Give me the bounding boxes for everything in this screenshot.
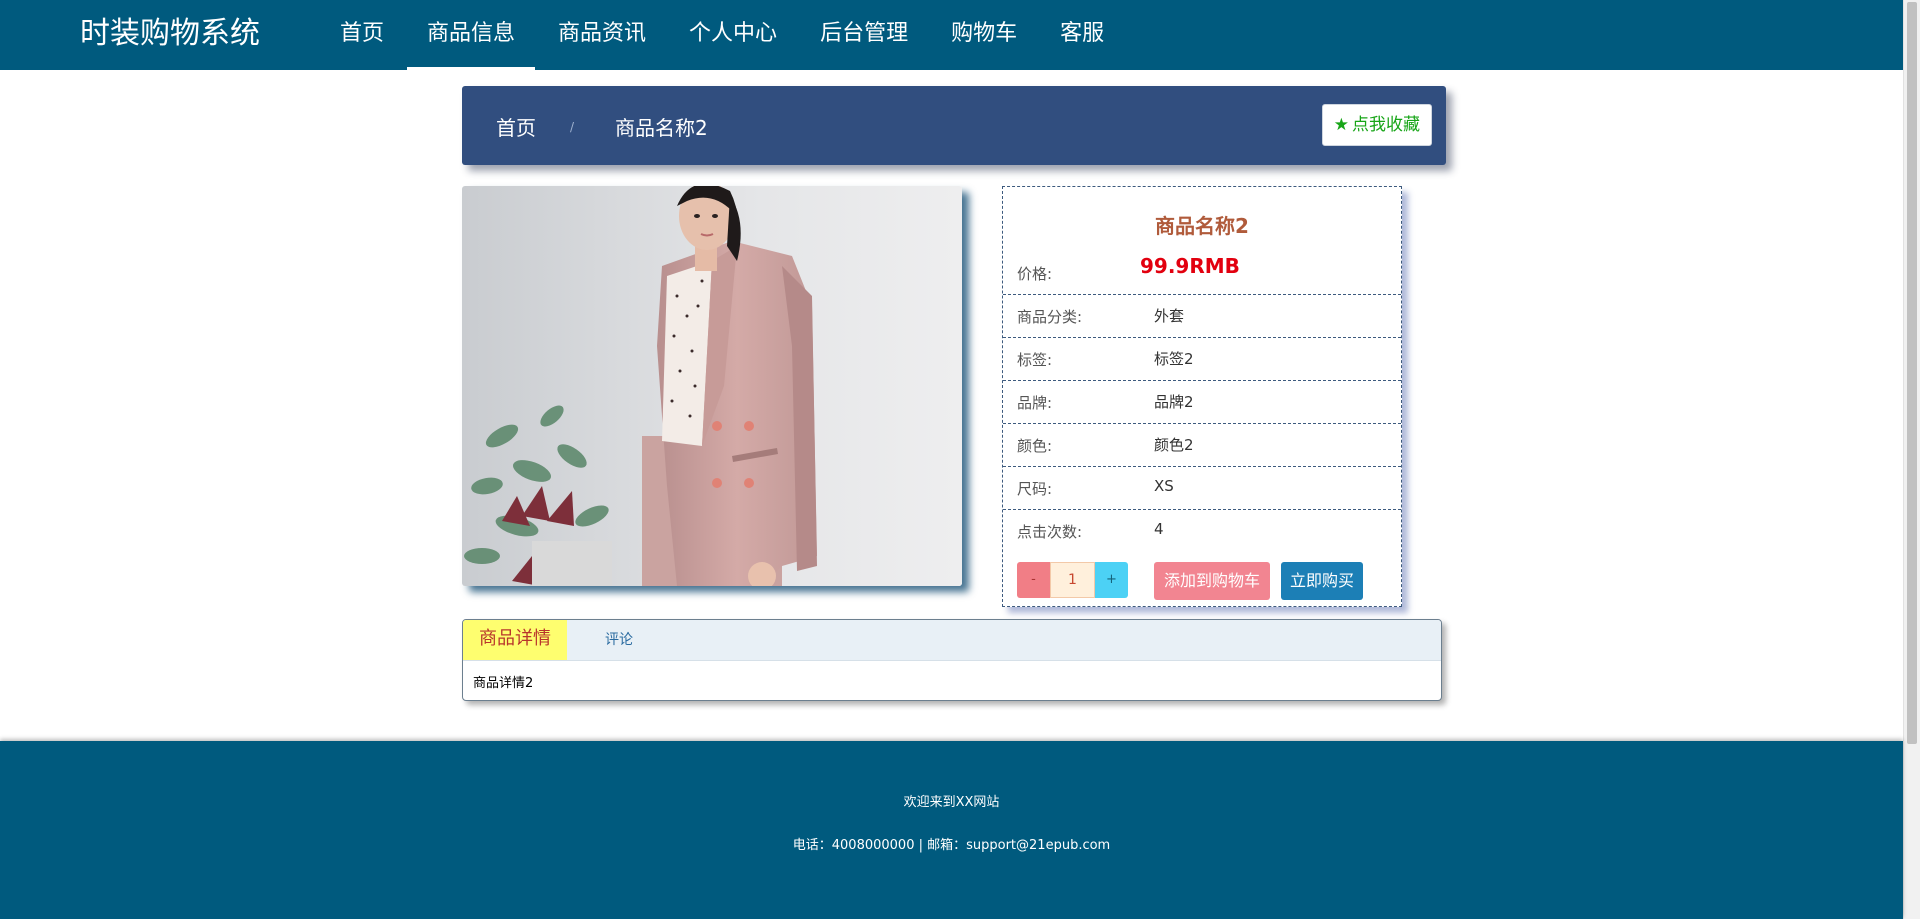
field-value: 标签2 [1154,350,1194,368]
category-row: 商品分类: 外套 [1003,295,1401,338]
nav-support[interactable]: 客服 [1040,0,1124,70]
field-value: 外套 [1154,307,1185,325]
nav-cart[interactable]: 购物车 [931,0,1037,70]
price-row: 价格: 99.9RMB [1003,252,1401,295]
color-row: 颜色: 颜色2 [1003,424,1401,467]
page-scrollbar[interactable] [1903,0,1920,919]
star-icon: ★ [1333,115,1349,135]
product-image[interactable] [462,186,962,586]
quantity-stepper: - 1 + [1017,562,1128,598]
price-label: 价格: [1017,265,1053,283]
price-value: 99.9RMB [1140,254,1240,278]
footer: 欢迎来到XX网站 电话：4008000000 | 邮箱：support@21ep… [0,741,1903,919]
nav-profile[interactable]: 个人中心 [669,0,797,70]
footer-welcome: 欢迎来到XX网站 [903,795,1000,810]
product-info-panel: 商品名称2 价格: 99.9RMB 商品分类: 外套 标签: 标签2 品牌: 品… [1002,186,1402,607]
field-label: 点击次数: [1017,523,1083,541]
nav-products[interactable]: 商品信息 [407,0,536,70]
scrollbar-thumb[interactable] [1907,2,1917,744]
nav-admin[interactable]: 后台管理 [800,0,928,70]
tab-content: 商品详情2 [473,676,534,691]
clicks-row: 点击次数: 4 [1003,510,1401,553]
tab-product-detail[interactable]: 商品详情 [463,620,567,660]
field-value: 品牌2 [1154,393,1194,411]
brand-row: 品牌: 品牌2 [1003,381,1401,424]
nav-news[interactable]: 商品资讯 [538,0,666,70]
quantity-decrease-button[interactable]: - [1017,562,1050,598]
breadcrumb: 首页 / 商品名称2 ★ 点我收藏 [462,86,1446,165]
favorite-button[interactable]: ★ 点我收藏 [1321,104,1432,146]
tag-row: 标签: 标签2 [1003,338,1401,381]
field-value: XS [1154,477,1174,495]
quantity-increase-button[interactable]: + [1095,562,1128,598]
field-label: 标签: [1017,351,1053,369]
breadcrumb-separator: / [570,120,575,134]
add-to-cart-button[interactable]: 添加到购物车 [1154,562,1271,600]
field-label: 商品分类: [1017,308,1083,326]
tab-comments[interactable]: 评论 [605,620,633,660]
breadcrumb-current: 商品名称2 [615,116,708,140]
nav-home[interactable]: 首页 [320,0,404,70]
main-nav: 首页 商品信息 商品资讯 个人中心 后台管理 购物车 客服 [320,0,1127,70]
buy-now-button[interactable]: 立即购买 [1281,562,1364,600]
favorite-button-label: 点我收藏 [1352,115,1420,135]
tab-header: 商品详情 评论 [463,620,1441,661]
field-value: 颜色2 [1154,436,1194,454]
breadcrumb-home[interactable]: 首页 [496,112,536,141]
size-row: 尺码: XS [1003,467,1401,510]
product-name: 商品名称2 [1155,214,1249,238]
top-navbar: 时装购物系统 首页 商品信息 商品资讯 个人中心 后台管理 购物车 客服 [0,0,1903,70]
field-label: 品牌: [1017,394,1053,412]
field-value: 4 [1154,520,1164,538]
field-label: 颜色: [1017,437,1053,455]
detail-tabs: 商品详情 评论 商品详情2 [462,619,1442,701]
site-brand[interactable]: 时装购物系统 [80,14,260,54]
field-label: 尺码: [1017,480,1053,498]
quantity-input[interactable]: 1 [1050,562,1095,598]
footer-contact: 电话：4008000000 | 邮箱：support@21epub.com [792,838,1111,853]
